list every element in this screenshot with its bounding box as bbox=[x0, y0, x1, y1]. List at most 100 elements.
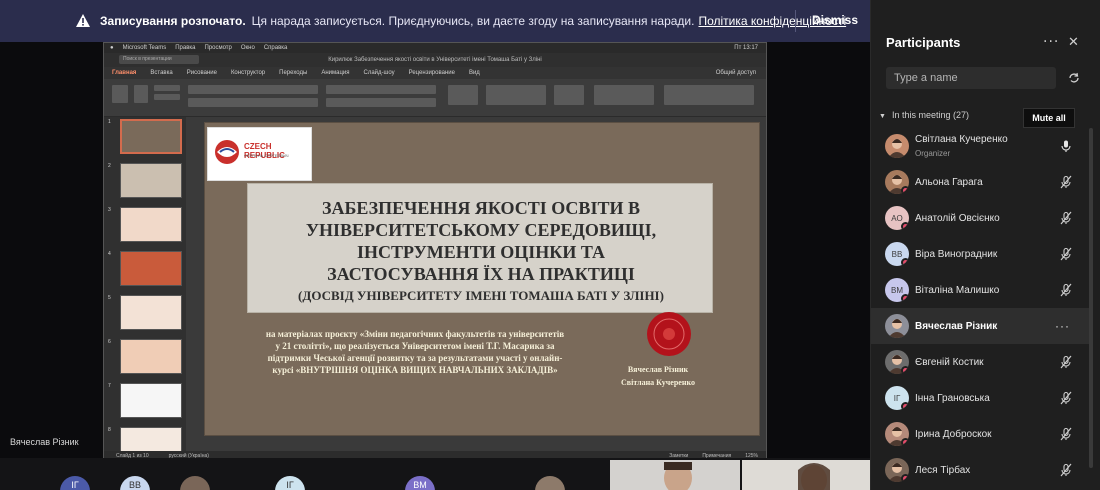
slide-thumbnail[interactable]: 1 bbox=[106, 119, 184, 157]
mac-menubar: ● Microsoft Teams Правка Просмотр Окно С… bbox=[104, 43, 766, 53]
participant-search-input[interactable] bbox=[886, 67, 1056, 89]
ribbon-tab: Слайд-шоу bbox=[363, 70, 395, 76]
participant-row[interactable]: ВМ Віталіна Малишко bbox=[871, 272, 1089, 308]
paste-icon bbox=[112, 85, 128, 103]
participant-row[interactable]: Леся Тірбах bbox=[871, 452, 1089, 488]
ribbon-tab: Вставка bbox=[150, 70, 173, 76]
participant-video[interactable] bbox=[610, 460, 740, 490]
slide-thumbnail[interactable]: 2 bbox=[106, 163, 184, 201]
convert-smartart-icon bbox=[448, 85, 478, 105]
more-options-icon[interactable]: ··· bbox=[1055, 319, 1070, 333]
globe-icon bbox=[215, 140, 239, 164]
microphone-muted-icon[interactable] bbox=[1059, 247, 1073, 261]
participant-video[interactable] bbox=[742, 460, 870, 490]
away-status-dot bbox=[901, 366, 909, 374]
ribbon-tab: Анимация bbox=[321, 70, 350, 76]
microphone-muted-icon[interactable] bbox=[1059, 427, 1073, 441]
align-icons bbox=[326, 98, 436, 107]
participant-name: Вячеслав Різник bbox=[915, 320, 998, 332]
banner-divider bbox=[795, 10, 796, 32]
slide-subtitle: (ДОСВІД УНІВЕРСИТЕТУ ІМЕНІ ТОМАША БАТІ У… bbox=[298, 288, 664, 303]
gallery-avatar[interactable] bbox=[535, 476, 565, 490]
recording-banner: Записування розпочато. Ця нарада записує… bbox=[0, 0, 870, 42]
avatar-initials: ВВ bbox=[891, 249, 903, 259]
share-invite-icon[interactable] bbox=[1067, 71, 1081, 85]
meeting-stage: ● Microsoft Teams Правка Просмотр Окно С… bbox=[0, 42, 870, 490]
away-status-dot bbox=[901, 186, 909, 194]
mute-all-button[interactable]: Mute all bbox=[1023, 108, 1075, 128]
participant-row[interactable]: ВВ Віра Виноградник bbox=[871, 236, 1089, 272]
participant-row[interactable]: Світлана Кучеренко Organizer bbox=[871, 128, 1089, 164]
czech-republic-logo: CZECH REPUBLIC СЕРПЕНЬ СЕРГЕЄВИЧ bbox=[207, 127, 312, 181]
participant-name: Альона Гарага bbox=[915, 176, 983, 188]
microphone-icon[interactable] bbox=[1059, 139, 1073, 153]
participant-name: Євгеній Костик bbox=[915, 356, 984, 368]
gallery-avatar[interactable]: ІГ bbox=[60, 476, 90, 490]
menu-item: Окно bbox=[240, 45, 255, 51]
avatar-initials: АО bbox=[891, 213, 903, 223]
participant-gallery: ІГ ВВ ІГ ВМ bbox=[0, 458, 870, 490]
layout-icon bbox=[154, 85, 180, 91]
dismiss-button[interactable]: Dismiss bbox=[812, 13, 858, 27]
banner-title: Записування розпочато. bbox=[100, 14, 246, 28]
participant-name: Віра Виноградник bbox=[915, 248, 998, 260]
away-status-dot bbox=[901, 438, 909, 446]
gallery-avatar[interactable]: ІГ bbox=[275, 476, 305, 490]
gallery-avatar[interactable]: ВМ bbox=[405, 476, 435, 490]
banner-message: Ця нарада записується. Приєднуючись, ви … bbox=[251, 14, 695, 28]
microphone-muted-icon[interactable] bbox=[1059, 463, 1073, 477]
slide-thumbnail[interactable]: 6 bbox=[106, 339, 184, 377]
ribbon-tab: Конструктор bbox=[230, 70, 266, 76]
panel-title: Participants bbox=[886, 35, 961, 50]
menu-item: Правка bbox=[175, 45, 196, 51]
chevron-down-icon: ▼ bbox=[879, 113, 886, 120]
menu-item: Microsoft Teams bbox=[122, 45, 167, 51]
current-slide[interactable]: CZECH REPUBLIC СЕРПЕНЬ СЕРГЕЄВИЧ ЗАБЕЗПЕ… bbox=[204, 122, 760, 436]
avatar: ВВ bbox=[885, 242, 909, 266]
close-icon[interactable]: ✕ bbox=[1068, 35, 1079, 50]
avatar: ВМ bbox=[885, 278, 909, 302]
font-format-icons bbox=[188, 98, 318, 107]
slide-thumbnail[interactable]: 3 bbox=[106, 207, 184, 245]
away-status-dot bbox=[901, 402, 909, 410]
design-ideas-icon bbox=[664, 85, 754, 105]
microphone-muted-icon[interactable] bbox=[1059, 283, 1073, 297]
more-options-icon[interactable]: ··· bbox=[1043, 34, 1059, 50]
participant-row[interactable]: Євгеній Костик bbox=[871, 344, 1089, 380]
university-seal bbox=[647, 312, 691, 356]
new-slide-icon bbox=[134, 85, 148, 103]
slide-thumbnail[interactable]: 4 bbox=[106, 251, 184, 289]
slide-title-line: ІНСТРУМЕНТИ ОЦІНКИ ТА bbox=[357, 242, 605, 262]
microphone-muted-icon[interactable] bbox=[1059, 391, 1073, 405]
participant-row[interactable]: Альона Гарага bbox=[871, 164, 1089, 200]
in-meeting-section[interactable]: ▼ In this meeting (27) bbox=[879, 110, 969, 120]
microphone-muted-icon[interactable] bbox=[1059, 211, 1073, 225]
avatar bbox=[885, 422, 909, 446]
slide-thumbnails: 1 2 3 4 5 6 7 8 bbox=[104, 117, 186, 459]
microphone-muted-icon[interactable] bbox=[1059, 175, 1073, 189]
avatar-initials: ВМ bbox=[891, 285, 903, 295]
participant-row[interactable]: Вячеслав Різник ··· bbox=[871, 308, 1089, 344]
gallery-avatar[interactable] bbox=[180, 476, 210, 490]
menu-item: Просмотр bbox=[204, 45, 232, 51]
panel-scrollbar[interactable] bbox=[1089, 128, 1093, 468]
ribbon-tab: Рисование bbox=[186, 70, 217, 76]
away-status-dot bbox=[901, 474, 909, 482]
participant-row[interactable]: АО Анатолій Овсієнко bbox=[871, 200, 1089, 236]
slide-thumbnail[interactable]: 7 bbox=[106, 383, 184, 421]
avatar: ІГ bbox=[885, 386, 909, 410]
shapes-icon bbox=[486, 85, 546, 105]
avatar-initials: ІГ bbox=[893, 393, 901, 403]
microphone-muted-icon[interactable] bbox=[1059, 355, 1073, 369]
participant-row[interactable]: Ірина Доброскок bbox=[871, 416, 1089, 452]
slide-title-line: ЗАСТОСУВАННЯ ЇХ НА ПРАКТИЦІ bbox=[327, 264, 635, 284]
document-titlebar: Кирилюк Забезпечення якості освіти в Уні… bbox=[104, 53, 766, 67]
gallery-avatar[interactable]: ВВ bbox=[120, 476, 150, 490]
sharer-name-label: Вячеслав Різник bbox=[10, 437, 79, 447]
slide-thumbnail[interactable]: 5 bbox=[106, 295, 184, 333]
author-name: Вячеслав Різник bbox=[627, 365, 689, 374]
participant-row[interactable]: ІГ Інна Грановська bbox=[871, 380, 1089, 416]
shared-powerpoint-window[interactable]: ● Microsoft Teams Правка Просмотр Окно С… bbox=[103, 42, 767, 460]
reset-icon bbox=[154, 94, 180, 100]
slide-title-line: УНІВЕРСИТЕТСЬКОМУ СЕРЕДОВИЩІ, bbox=[305, 220, 657, 240]
